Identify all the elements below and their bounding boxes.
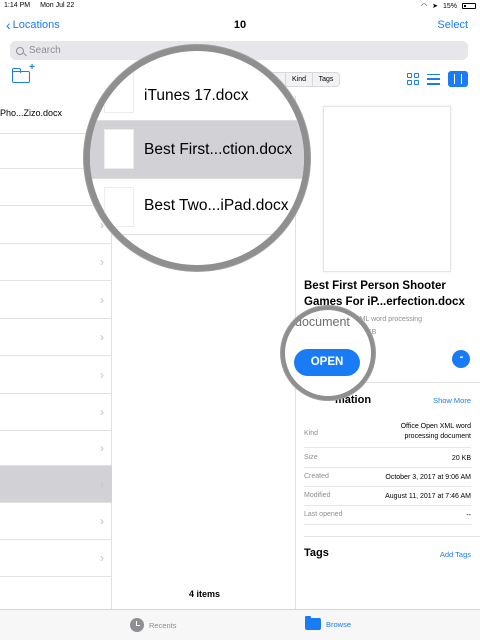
list-item[interactable]: › [0, 431, 112, 466]
file-name: Best First...ction.docx [144, 141, 293, 158]
open-button[interactable]: OPEN [294, 349, 360, 376]
tab-bar: Recents Browse [0, 609, 480, 640]
file-name: Pho...Zizo.docx [0, 108, 63, 118]
info-key: Created [304, 473, 329, 480]
tags-heading: Tags [304, 547, 329, 559]
tab-browse-label: Browse [326, 619, 352, 629]
chevron-right-icon: › [100, 551, 104, 565]
list-item[interactable]: Best Two...iPad.docx [90, 179, 304, 235]
info-row-modified: Modified August 11, 2017 at 7:46 AM [304, 487, 471, 506]
clock-icon [130, 618, 144, 632]
info-value: October 3, 2017 at 9:06 AM [385, 474, 471, 481]
folder-icon [305, 616, 321, 630]
file-thumbnail [104, 187, 134, 227]
chevron-right-icon: › [100, 255, 104, 269]
document-thumbnail[interactable] [323, 106, 451, 272]
list-item[interactable]: › [0, 244, 112, 281]
file-name: Best Two...iPad.docx [144, 197, 289, 214]
status-bar: 1:14 PM Mon Jul 22 ◠ ➤ 15% [0, 0, 480, 12]
info-row-last-opened: Last opened -- [304, 506, 471, 525]
sort-segment-tags[interactable]: Tags [312, 73, 339, 86]
location-icon: ➤ [432, 3, 438, 10]
file-name: iTunes 17.docx [144, 87, 249, 104]
select-button[interactable]: Select [437, 19, 468, 31]
tab-browse[interactable]: Browse [305, 616, 352, 630]
wifi-icon: ◠ [421, 3, 428, 10]
chevron-right-icon: › [100, 477, 104, 491]
chevron-right-icon: › [100, 330, 104, 344]
document-kind-magnified: document [295, 315, 350, 329]
info-value: Office Open XML word processing document [400, 423, 471, 440]
info-row-size: Size 20 KB [304, 448, 471, 468]
document-kind: XML word processing [355, 316, 423, 323]
status-time: 1:14 PM [4, 2, 31, 9]
new-folder-icon[interactable] [11, 62, 35, 83]
divider [304, 536, 480, 537]
list-item[interactable]: › [0, 394, 112, 431]
list-item[interactable]: › [0, 356, 112, 394]
info-key: Last opened [304, 511, 343, 518]
chevron-right-icon: › [100, 441, 104, 455]
search-placeholder: Search [29, 45, 61, 56]
chevron-right-icon: › [100, 292, 104, 307]
list-view-icon[interactable] [427, 73, 440, 85]
info-row-created: Created October 3, 2017 at 9:06 AM [304, 468, 471, 487]
info-key: Kind [304, 430, 319, 437]
file-thumbnail [104, 129, 134, 169]
more-options-button[interactable]: ••• [452, 350, 470, 368]
list-item[interactable]: › [0, 540, 112, 577]
icon-view-icon[interactable] [407, 73, 419, 85]
info-value: August 11, 2017 at 7:46 AM [385, 493, 471, 500]
show-more-link[interactable]: Show More [433, 396, 471, 405]
chevron-right-icon: › [100, 405, 104, 419]
list-item[interactable]: › [0, 319, 112, 356]
magnifier-callout-files: iTunes 17.docx Best First...ction.docx B… [84, 45, 310, 271]
info-row-kind: Kind Office Open XML word processing doc… [304, 418, 471, 448]
add-tags-link[interactable]: Add Tags [440, 550, 471, 559]
magnifier-callout-open: document OPEN [281, 306, 375, 400]
chevron-right-icon: › [100, 514, 104, 528]
tab-recents[interactable]: Recents [130, 618, 177, 632]
navigation-bar: ‹ Locations 10 Select [0, 14, 480, 38]
list-item[interactable]: › [0, 281, 112, 319]
info-value: 20 KB [451, 455, 471, 462]
file-thumbnail [104, 73, 134, 113]
search-icon [16, 46, 24, 55]
battery-icon [462, 3, 476, 9]
page-title: 10 [233, 19, 247, 31]
column-view-icon[interactable] [448, 71, 468, 87]
list-item[interactable]: › [0, 503, 112, 540]
list-item-selected[interactable]: › [0, 466, 112, 503]
battery-percent: 15% [442, 2, 457, 10]
status-date: Mon Jul 22 [40, 2, 75, 9]
list-item-selected[interactable]: Best First...ction.docx [90, 121, 304, 179]
info-key: Size [304, 454, 318, 461]
list-item[interactable]: iTunes 17.docx [90, 51, 304, 121]
tab-recents-label: Recents [149, 620, 177, 630]
info-key: Modified [304, 492, 331, 499]
ellipsis-icon: ••• [459, 355, 463, 361]
info-value: -- [466, 512, 471, 519]
items-count: 4 items [188, 589, 221, 599]
chevron-right-icon: › [100, 367, 104, 382]
